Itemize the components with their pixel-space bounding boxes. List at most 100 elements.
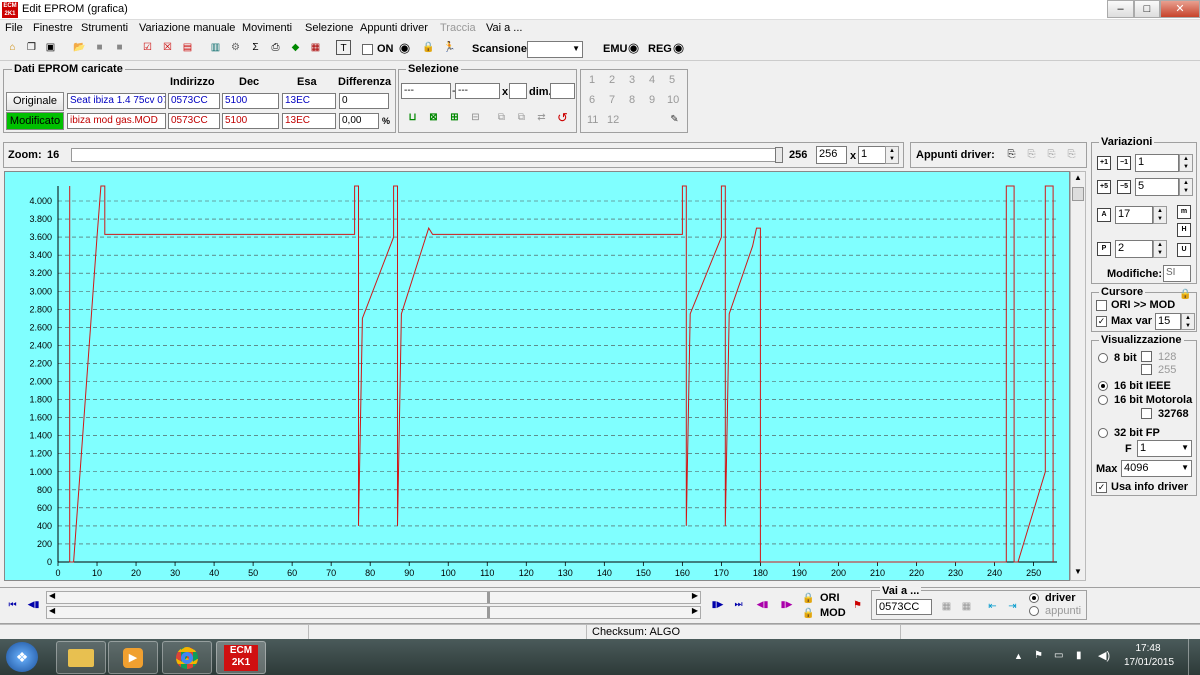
usa-info-driver-checkbox[interactable]: ✓	[1096, 482, 1107, 493]
color-icon[interactable]: ◆	[288, 40, 303, 55]
calculator-icon[interactable]: ▥	[208, 40, 223, 55]
undo-icon[interactable]: ↺	[555, 110, 570, 125]
first-icon[interactable]: ⏮	[5, 597, 20, 612]
prev-page-icon[interactable]: ◀▮	[26, 597, 41, 612]
increment-5-icon[interactable]: +5	[1097, 180, 1111, 194]
scroll-up-arrow-icon[interactable]: ▲	[1072, 173, 1084, 185]
modificato-esa-field[interactable]: 13EC	[282, 113, 336, 129]
selezione-from-field[interactable]: ---	[401, 83, 451, 99]
max-var-checkbox[interactable]: ✓	[1096, 316, 1107, 327]
grid-num-5[interactable]: 5	[669, 74, 675, 86]
originale-differenza-field[interactable]: 0	[339, 93, 389, 109]
scansione-select[interactable]: ▼	[527, 41, 583, 58]
on-target-icon[interactable]: ◉	[397, 40, 412, 55]
variazione-1-field[interactable]: 1	[1135, 154, 1179, 172]
driver-copy-icon[interactable]: ⎘	[1004, 147, 1019, 162]
decrement-1-icon[interactable]: −1	[1117, 156, 1131, 170]
chrome-taskbar-icon[interactable]	[162, 641, 212, 674]
grid-num-8[interactable]: 8	[629, 94, 635, 106]
zoom-slider[interactable]	[71, 147, 783, 163]
graph-icon[interactable]: ▦	[308, 40, 323, 55]
compare-icon[interactable]: ☒	[160, 40, 175, 55]
check-icon[interactable]: ☑	[140, 40, 155, 55]
p-icon[interactable]: P	[1097, 242, 1111, 256]
mod-label[interactable]: MOD	[820, 607, 846, 619]
max-var-spinner[interactable]: ▲ ▼	[1181, 313, 1195, 330]
table-icon[interactable]: ▤	[180, 40, 195, 55]
window-icon[interactable]: ▣	[43, 40, 58, 55]
signal-tray-icon[interactable]: ▮	[1076, 650, 1082, 661]
driver-icon[interactable]: T	[336, 40, 351, 55]
lock-icon[interactable]: 🔒	[421, 40, 436, 55]
reg-target-icon[interactable]: ◉	[671, 40, 686, 55]
graph-vertical-scrollbar[interactable]: ▲ ▼	[1070, 171, 1086, 581]
media-player-taskbar-icon[interactable]: ▶	[108, 641, 158, 674]
zoom-field[interactable]: 256	[816, 146, 847, 164]
zoom-slider-thumb[interactable]	[775, 147, 783, 163]
h-icon[interactable]: H	[1177, 223, 1191, 237]
a-icon[interactable]: A	[1097, 208, 1111, 222]
selezione-x-field[interactable]	[509, 83, 527, 99]
volume-tray-icon[interactable]: ◀)	[1098, 649, 1110, 662]
variazione-5-field[interactable]: 5	[1135, 178, 1179, 196]
goto-left-icon[interactable]: ⇤	[985, 599, 1000, 614]
originale-button[interactable]: Originale	[6, 92, 64, 111]
save-icon[interactable]: ■	[92, 40, 107, 55]
grid-num-7[interactable]: 7	[609, 94, 615, 106]
menu-finestre[interactable]: Finestre	[33, 22, 73, 34]
print-icon[interactable]: ⎙	[268, 40, 283, 55]
network-tray-icon[interactable]: ▭	[1054, 650, 1063, 661]
maximize-button[interactable]: □	[1134, 0, 1160, 18]
tray-arrow-icon[interactable]: ▲	[1014, 651, 1023, 661]
decrement-5-icon[interactable]: −5	[1117, 180, 1131, 194]
u-icon[interactable]: U	[1177, 243, 1191, 257]
f-select[interactable]: 1 ▼	[1137, 440, 1192, 457]
menu-file[interactable]: File	[5, 22, 23, 34]
grid-num-4[interactable]: 4	[649, 74, 655, 86]
scroll-down-arrow-icon[interactable]: ▼	[1072, 567, 1084, 579]
on-checkbox[interactable]	[362, 44, 373, 55]
ori-mod-checkbox[interactable]	[1096, 300, 1107, 311]
32768-checkbox[interactable]	[1141, 408, 1152, 419]
ori-lock-icon[interactable]: 🔒	[801, 591, 816, 606]
show-desktop-button[interactable]	[1188, 639, 1200, 675]
next-page-icon[interactable]: ▮▶	[710, 597, 725, 612]
save-as-icon[interactable]: ■	[112, 40, 127, 55]
grid-num-1[interactable]: 1	[589, 74, 595, 86]
p-value-field[interactable]: 2	[1115, 240, 1153, 258]
128-checkbox[interactable]	[1141, 351, 1152, 362]
8-bit-radio[interactable]	[1098, 353, 1108, 363]
grid-num-12[interactable]: 12	[607, 114, 619, 126]
selezione-dim-field[interactable]	[550, 83, 575, 99]
increment-1-icon[interactable]: +1	[1097, 156, 1111, 170]
max-select[interactable]: 4096 ▼	[1121, 460, 1192, 477]
select-start-icon[interactable]: ⊔	[405, 110, 420, 125]
grid-num-9[interactable]: 9	[649, 94, 655, 106]
edit-icon[interactable]: ✎	[667, 112, 682, 127]
modificato-dec-field[interactable]: 5100	[222, 113, 279, 129]
32-bit-fp-radio[interactable]	[1098, 428, 1108, 438]
goto-table-icon[interactable]: ▦	[939, 599, 954, 614]
scroll-thumb[interactable]	[1072, 187, 1084, 201]
eprom-graph[interactable]: 0 200 400 600 800 1.000 1.200 1.400 1.600 1.800 2.…	[4, 171, 1070, 581]
selezione-to-field[interactable]: ---	[455, 83, 500, 99]
flag-icon[interactable]: ⚑	[850, 598, 865, 613]
16-bit-motorola-radio[interactable]	[1098, 395, 1108, 405]
menu-variazione-manuale[interactable]: Variazione manuale	[139, 22, 235, 34]
close-button[interactable]: ✕	[1160, 0, 1200, 18]
a-value-field[interactable]: 17	[1115, 206, 1153, 224]
minimize-button[interactable]: –	[1107, 0, 1134, 18]
menu-appunti-driver[interactable]: Appunti driver	[360, 22, 428, 34]
menu-selezione[interactable]: Selezione	[305, 22, 353, 34]
modificato-button[interactable]: Modificato	[6, 112, 64, 130]
menu-movimenti[interactable]: Movimenti	[242, 22, 292, 34]
start-button[interactable]: ❖	[6, 642, 38, 672]
marker-next-icon[interactable]: ▮▶	[779, 597, 794, 612]
variazione-5-spinner[interactable]: ▲ ▼	[1179, 178, 1193, 196]
sum-icon[interactable]: Σ	[248, 40, 263, 55]
originale-esa-field[interactable]: 13EC	[282, 93, 336, 109]
16-bit-ieee-radio[interactable]	[1098, 381, 1108, 391]
originale-dec-field[interactable]: 5100	[222, 93, 279, 109]
marker-prev-icon[interactable]: ◀▮	[755, 597, 770, 612]
navigation-scrollbar-bottom[interactable]: ◀ ▶	[46, 606, 701, 619]
